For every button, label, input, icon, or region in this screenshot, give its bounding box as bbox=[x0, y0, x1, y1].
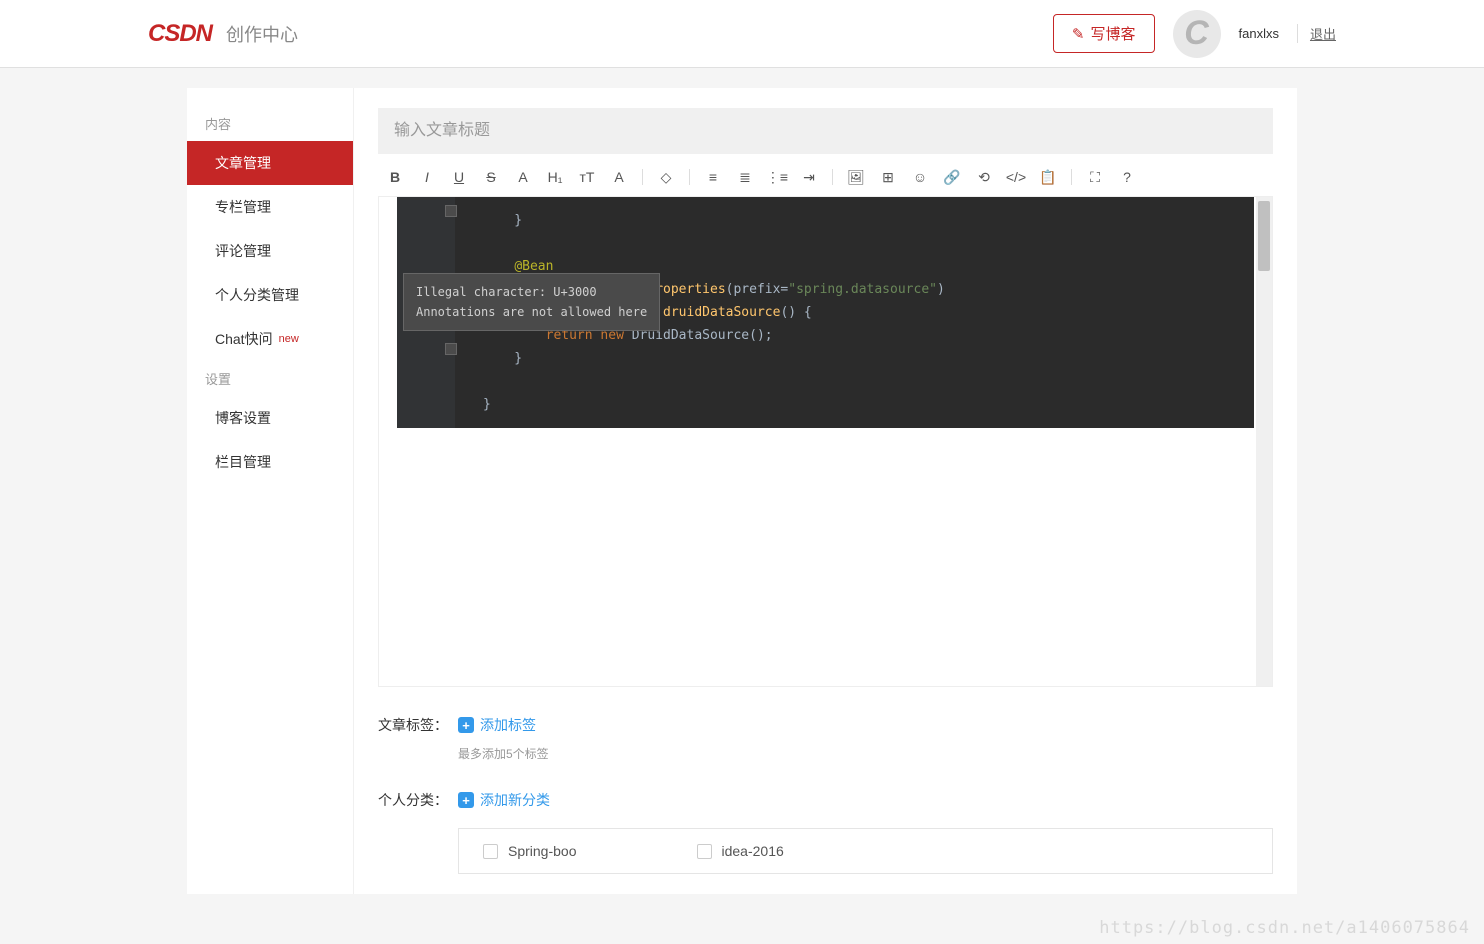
tooltip-line1: Illegal character: U+3000 bbox=[416, 282, 647, 302]
header: CSDN 创作中心 ✎ 写博客 C fanxlxs 退出 bbox=[0, 0, 1484, 68]
watermark: https://blog.csdn.net/a1406075864 bbox=[1099, 918, 1470, 938]
fold-icon[interactable] bbox=[445, 205, 457, 217]
code-block: Illegal character: U+3000 Annotations ar… bbox=[397, 197, 1254, 428]
logo[interactable]: CSDN 创作中心 bbox=[148, 20, 298, 48]
underline-icon[interactable]: U bbox=[450, 168, 468, 186]
code-line bbox=[397, 370, 1254, 393]
checkbox[interactable] bbox=[483, 844, 498, 859]
heading-h1-icon[interactable]: H₁ bbox=[546, 168, 564, 186]
italic-icon[interactable]: I bbox=[418, 168, 436, 186]
header-right: ✎ 写博客 C fanxlxs 退出 bbox=[1053, 10, 1336, 58]
sidebar: 内容 文章管理 专栏管理 评论管理 个人分类管理 Chat快问 new 设置 博… bbox=[187, 88, 353, 894]
code-line bbox=[397, 232, 1254, 255]
sidebar-item-columns[interactable]: 专栏管理 bbox=[187, 185, 353, 229]
separator-icon bbox=[1071, 169, 1072, 185]
error-tooltip: Illegal character: U+3000 Annotations ar… bbox=[403, 273, 660, 331]
add-tag-button[interactable]: + 添加标签 bbox=[458, 715, 536, 735]
sidebar-item-comments[interactable]: 评论管理 bbox=[187, 229, 353, 273]
separator-icon bbox=[689, 169, 690, 185]
table-icon[interactable]: ⊞ bbox=[879, 168, 897, 186]
category-box: Spring-boo idea-2016 bbox=[458, 828, 1273, 874]
heading-a-icon[interactable]: A bbox=[514, 168, 532, 186]
avatar-letter: C bbox=[1184, 14, 1209, 53]
clear-format-icon[interactable]: ◇ bbox=[657, 168, 675, 186]
add-category-button[interactable]: + 添加新分类 bbox=[458, 790, 550, 810]
editor-area[interactable]: Illegal character: U+3000 Annotations ar… bbox=[378, 197, 1273, 687]
avatar[interactable]: C bbox=[1173, 10, 1221, 58]
code-icon[interactable]: </> bbox=[1007, 168, 1025, 186]
ol-icon[interactable]: ≣ bbox=[736, 168, 754, 186]
ul-icon[interactable]: ⋮≡ bbox=[768, 168, 786, 186]
category-name: Spring-boo bbox=[508, 843, 577, 859]
scrollbar[interactable] bbox=[1256, 197, 1272, 686]
category-item[interactable]: Spring-boo bbox=[483, 843, 577, 859]
category-label: 个人分类： bbox=[378, 790, 458, 810]
add-tag-label: 添加标签 bbox=[480, 715, 536, 735]
pencil-icon: ✎ bbox=[1072, 25, 1085, 43]
plus-icon: + bbox=[458, 792, 474, 808]
sidebar-item-categories[interactable]: 个人分类管理 bbox=[187, 273, 353, 317]
plus-icon: + bbox=[458, 717, 474, 733]
unlink-icon[interactable]: ⟲ bbox=[975, 168, 993, 186]
checkbox[interactable] bbox=[697, 844, 712, 859]
logo-text: CSDN bbox=[148, 20, 212, 48]
logout-link[interactable]: 退出 bbox=[1297, 24, 1336, 43]
sidebar-section-content: 内容 bbox=[187, 106, 353, 141]
tags-row: 文章标签： + 添加标签 bbox=[378, 715, 1273, 735]
editor-toolbar: B I U S A H₁ ᴛT A ◇ ≡ ≣ ⋮≡ ⇥ 🖼 ⊞ ☺ 🔗 ⟲ <… bbox=[378, 154, 1273, 197]
strike-icon[interactable]: S bbox=[482, 168, 500, 186]
scrollbar-thumb[interactable] bbox=[1258, 201, 1270, 271]
tooltip-line2: Annotations are not allowed here bbox=[416, 302, 647, 322]
indent-icon[interactable]: ⇥ bbox=[800, 168, 818, 186]
category-name: idea-2016 bbox=[722, 843, 784, 859]
logo-subtitle: 创作中心 bbox=[226, 21, 298, 47]
code-line: } bbox=[397, 393, 1254, 416]
fold-icon[interactable] bbox=[445, 343, 457, 355]
category-row: 个人分类： + 添加新分类 bbox=[378, 790, 1273, 810]
username[interactable]: fanxlxs bbox=[1239, 26, 1279, 41]
font-color-icon[interactable]: A bbox=[610, 168, 628, 186]
code-line: } bbox=[397, 347, 1254, 370]
fullscreen-icon[interactable]: ⛶ bbox=[1086, 168, 1104, 186]
new-badge: new bbox=[279, 333, 299, 345]
align-icon[interactable]: ≡ bbox=[704, 168, 722, 186]
help-icon[interactable]: ? bbox=[1118, 168, 1136, 186]
paste-icon[interactable]: 📋 bbox=[1039, 168, 1057, 186]
tags-label: 文章标签： bbox=[378, 715, 458, 735]
write-blog-label: 写博客 bbox=[1091, 23, 1136, 44]
sidebar-item-chat[interactable]: Chat快问 new bbox=[187, 317, 353, 361]
category-item[interactable]: idea-2016 bbox=[697, 843, 784, 859]
bold-icon[interactable]: B bbox=[386, 168, 404, 186]
tag-hint: 最多添加5个标签 bbox=[458, 745, 1273, 762]
sidebar-item-blog-settings[interactable]: 博客设置 bbox=[187, 396, 353, 440]
code-line: } bbox=[397, 209, 1254, 232]
main: B I U S A H₁ ᴛT A ◇ ≡ ≣ ⋮≡ ⇥ 🖼 ⊞ ☺ 🔗 ⟲ <… bbox=[353, 88, 1297, 894]
link-icon[interactable]: 🔗 bbox=[943, 168, 961, 186]
sidebar-section-settings: 设置 bbox=[187, 361, 353, 396]
separator-icon bbox=[832, 169, 833, 185]
container: 内容 文章管理 专栏管理 评论管理 个人分类管理 Chat快问 new 设置 博… bbox=[187, 88, 1297, 894]
separator-icon bbox=[642, 169, 643, 185]
sidebar-item-articles[interactable]: 文章管理 bbox=[187, 141, 353, 185]
sidebar-item-column-mgmt[interactable]: 栏目管理 bbox=[187, 440, 353, 484]
image-icon[interactable]: 🖼 bbox=[847, 168, 865, 186]
write-blog-button[interactable]: ✎ 写博客 bbox=[1053, 14, 1155, 53]
emoji-icon[interactable]: ☺ bbox=[911, 168, 929, 186]
add-category-label: 添加新分类 bbox=[480, 790, 550, 810]
font-size-icon[interactable]: ᴛT bbox=[578, 168, 596, 186]
article-title-input[interactable] bbox=[378, 108, 1273, 154]
